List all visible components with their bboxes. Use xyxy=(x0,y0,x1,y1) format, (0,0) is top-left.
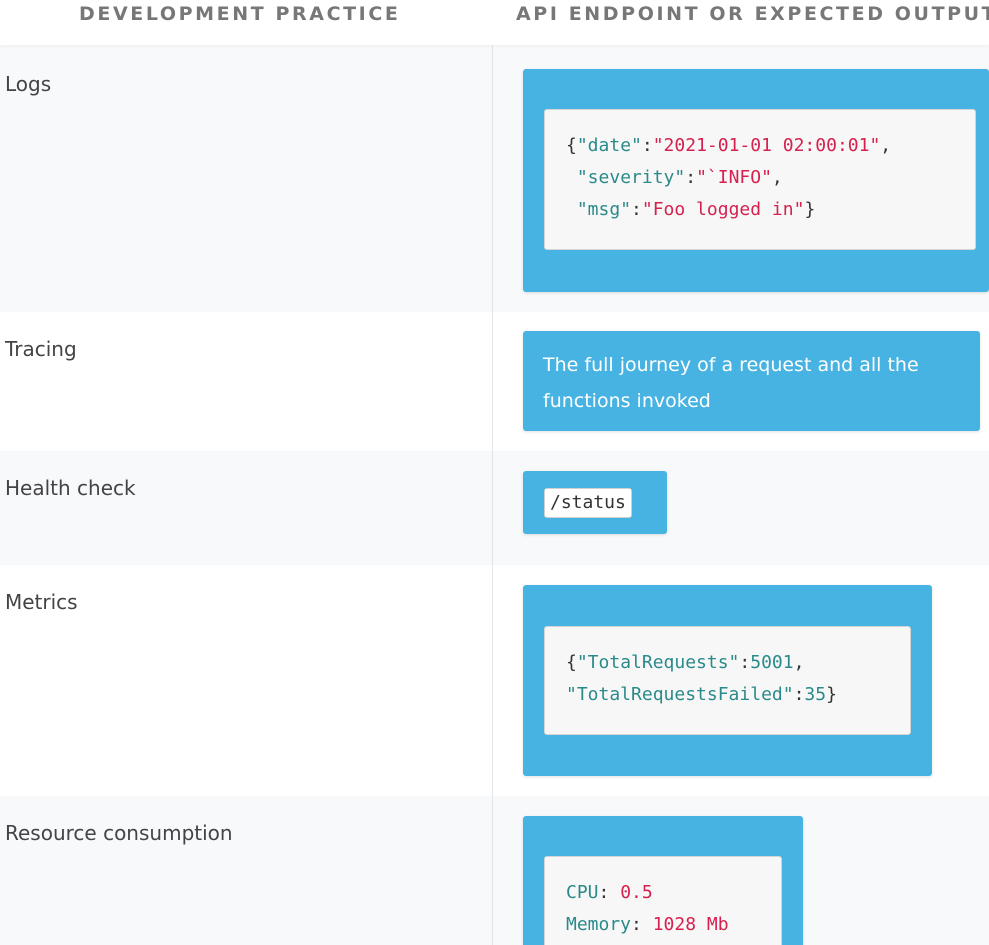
practice-label: Health check xyxy=(5,476,136,500)
code-token: "severity" xyxy=(576,167,686,188)
code-token: , xyxy=(880,135,892,156)
code-token: "Foo logged in" xyxy=(641,199,805,220)
code-line: Memory: 1028 Mb xyxy=(566,909,781,941)
table-row-resource-consumption: Resource consumption CPU: 0.5 Memory: 102… xyxy=(0,796,989,945)
practice-label: Logs xyxy=(5,72,52,96)
code-token: 1028 Mb xyxy=(652,914,729,935)
code-token: 0.5 xyxy=(620,882,653,903)
code-token: : xyxy=(631,199,642,220)
output-box: CPU: 0.5 Memory: 1028 Mb xyxy=(523,816,803,945)
code-token: , xyxy=(793,652,805,673)
header-development-practice: DEVELOPMENT PRACTICE xyxy=(79,3,401,25)
tracing-description: The full journey of a request and all th… xyxy=(543,354,919,412)
code-line: "severity":"`INFO", xyxy=(566,162,975,194)
code-line: "msg":"Foo logged in"} xyxy=(566,194,975,226)
code-token: : xyxy=(631,914,653,935)
output-box: {"date":"2021-01-01 02:00:01", "severity… xyxy=(523,69,989,292)
code-token: 5001 xyxy=(750,652,794,673)
output-box: /status xyxy=(523,471,667,534)
code-token: "TotalRequestsFailed" xyxy=(566,684,794,705)
table-header: DEVELOPMENT PRACTICE API ENDPOINT OR EXP… xyxy=(0,0,989,45)
log-json-code: {"date":"2021-01-01 02:00:01", "severity… xyxy=(544,109,976,250)
code-token: 35 xyxy=(804,684,827,705)
header-api-endpoint-output: API ENDPOINT OR EXPECTED OUTPUT xyxy=(516,3,989,25)
code-token: "msg" xyxy=(576,199,632,220)
code-line: CPU: 0.5 xyxy=(566,877,781,909)
table-row-tracing: Tracing The full journey of a request an… xyxy=(0,312,989,451)
practice-label: Tracing xyxy=(5,337,77,361)
code-token: } xyxy=(826,684,837,705)
practice-label: Metrics xyxy=(5,590,78,614)
code-token: , xyxy=(771,167,783,188)
code-token: : xyxy=(739,652,751,673)
code-token: "TotalRequests" xyxy=(576,652,740,673)
code-token: Memory xyxy=(566,914,632,935)
code-token: "`INFO" xyxy=(696,167,772,188)
table-row-metrics: Metrics {"TotalRequests":5001, "TotalRequ… xyxy=(0,565,989,796)
code-token: : xyxy=(685,167,697,188)
status-endpoint-code: /status xyxy=(544,488,632,518)
table-row-health-check: Health check /status xyxy=(0,451,989,565)
code-token: : xyxy=(793,684,805,705)
output-box: The full journey of a request and all th… xyxy=(523,331,980,431)
practice-label: Resource consumption xyxy=(5,821,233,845)
metrics-json-code: {"TotalRequests":5001, "TotalRequestsFail… xyxy=(544,626,911,735)
output-box: {"TotalRequests":5001, "TotalRequestsFail… xyxy=(523,585,932,776)
code-token: : xyxy=(598,882,621,903)
code-line: {"date":"2021-01-01 02:00:01", xyxy=(566,130,975,162)
table-row-logs: Logs {"date":"2021-01-01 02:00:01", "sev… xyxy=(0,45,989,312)
code-line: {"TotalRequests":5001, xyxy=(566,647,910,679)
code-line: "TotalRequestsFailed":35} xyxy=(566,679,910,711)
code-token: { xyxy=(566,652,577,673)
resource-code: CPU: 0.5 Memory: 1028 Mb xyxy=(544,856,782,945)
code-token: CPU xyxy=(566,882,599,903)
code-token: } xyxy=(804,199,816,220)
code-token: : xyxy=(641,135,653,156)
practices-table: DEVELOPMENT PRACTICE API ENDPOINT OR EXP… xyxy=(0,0,989,945)
code-token: "2021-01-01 02:00:01" xyxy=(652,135,881,156)
column-divider xyxy=(492,45,493,945)
code-token: { xyxy=(566,135,577,156)
code-token: "date" xyxy=(576,135,642,156)
